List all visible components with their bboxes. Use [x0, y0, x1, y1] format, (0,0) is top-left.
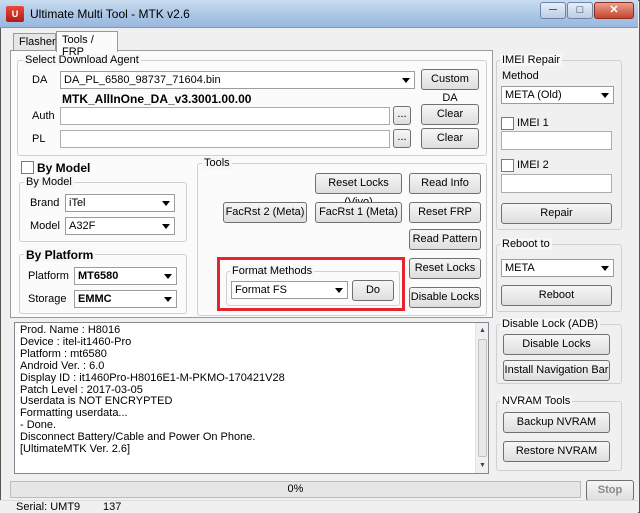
- install-navigation-bar-button[interactable]: Install Navigation Bar: [503, 360, 610, 381]
- chevron-down-icon: [162, 224, 170, 229]
- close-button[interactable]: ✕: [594, 2, 634, 19]
- facrst1-meta-button[interactable]: FacRst 1 (Meta): [315, 202, 402, 223]
- read-info-button[interactable]: Read Info: [409, 173, 481, 194]
- log-line: Formatting userdata...: [20, 407, 128, 420]
- log-line: Platform : mt6580: [20, 347, 107, 360]
- tools-group-label: Tools: [202, 157, 232, 169]
- scroll-thumb[interactable]: [478, 339, 487, 457]
- adb-disable-locks-button[interactable]: Disable Locks: [503, 334, 610, 355]
- tab-tools-frp[interactable]: Tools / FRP: [56, 31, 118, 58]
- auth-label: Auth: [32, 110, 55, 122]
- serial-suffix: 137: [103, 501, 122, 513]
- auth-input[interactable]: [60, 107, 390, 125]
- scroll-down-icon[interactable]: ▼: [477, 459, 488, 472]
- imei-method-select-value: META (Old): [505, 89, 562, 101]
- chevron-down-icon: [164, 297, 172, 302]
- platform-select[interactable]: MT6580: [74, 267, 177, 285]
- scroll-up-icon[interactable]: ▲: [477, 324, 488, 337]
- da-label: DA: [32, 74, 48, 86]
- log-line: [UltimateMTK Ver. 2.6]: [20, 443, 131, 456]
- pl-browse-button[interactable]: ...: [393, 129, 411, 148]
- nvram-tools-group-label: NVRAM Tools: [500, 395, 573, 407]
- platform-select-value: MT6580: [78, 270, 119, 282]
- brand-select-value: iTel: [69, 197, 86, 209]
- maximize-button[interactable]: □: [567, 2, 593, 19]
- restore-nvram-button[interactable]: Restore NVRAM: [503, 441, 610, 462]
- log-output[interactable]: Prod. Name : H8016 Device : itel-it1460-…: [14, 322, 489, 474]
- imei-method-select[interactable]: META (Old): [501, 86, 614, 104]
- by-model-checkbox[interactable]: [21, 161, 34, 174]
- brand-label: Brand: [30, 197, 60, 209]
- imei1-label: IMEI 1: [517, 117, 549, 129]
- reset-locks-button[interactable]: Reset Locks: [409, 258, 481, 279]
- facrst2-meta-button[interactable]: FacRst 2 (Meta): [223, 202, 307, 223]
- log-line: Display ID : it1460Pro-H8016E1-M-PKMO-17…: [20, 371, 285, 384]
- storage-select-value: EMMC: [78, 293, 112, 305]
- chevron-down-icon: [601, 93, 609, 98]
- reset-frp-button[interactable]: Reset FRP: [409, 202, 481, 223]
- model-select-value: A32F: [69, 220, 96, 232]
- model-label: Model: [30, 220, 60, 232]
- progress-bar: 0%: [10, 481, 581, 498]
- model-select[interactable]: A32F: [65, 217, 175, 235]
- custom-da-button[interactable]: Custom DA: [421, 69, 479, 104]
- window-title: Ultimate Multi Tool - MTK v2.6: [30, 7, 190, 21]
- log-scrollbar[interactable]: ▲ ▼: [475, 323, 488, 473]
- highlight-box: [217, 257, 405, 311]
- disable-lock-adb-group-label: Disable Lock (ADB): [500, 318, 600, 330]
- serial-label: Serial: UMT9: [16, 501, 81, 513]
- auth-browse-button[interactable]: ...: [393, 106, 411, 125]
- chevron-down-icon: [601, 266, 609, 271]
- platform-label: Platform: [28, 270, 69, 282]
- tab-flasher[interactable]: Flasher: [13, 33, 56, 51]
- log-line: Android Ver. : 6.0: [20, 359, 105, 372]
- auth-clear-button[interactable]: Clear: [421, 104, 479, 125]
- chevron-down-icon: [162, 201, 170, 206]
- da-select-value: DA_PL_6580_98737_71604.bin: [64, 74, 221, 86]
- reboot-button[interactable]: Reboot: [501, 285, 612, 306]
- by-model-checkbox-label: By Model: [37, 161, 91, 175]
- imei2-checkbox[interactable]: [501, 159, 514, 172]
- chevron-down-icon: [164, 274, 172, 279]
- stop-button[interactable]: Stop: [586, 480, 634, 501]
- da-version-text: MTK_AllInOne_DA_v3.3001.00.00: [62, 92, 252, 106]
- minimize-button[interactable]: ─: [540, 2, 566, 19]
- brand-select[interactable]: iTel: [65, 194, 175, 212]
- chevron-down-icon: [402, 78, 410, 83]
- da-select[interactable]: DA_PL_6580_98737_71604.bin: [60, 71, 415, 89]
- imei2-label: IMEI 2: [517, 159, 549, 171]
- imei2-input[interactable]: [501, 174, 612, 193]
- pl-clear-button[interactable]: Clear: [421, 128, 479, 149]
- imei-repair-group-label: IMEI Repair: [500, 54, 563, 66]
- status-bar: Serial: UMT9 137: [0, 500, 638, 513]
- reboot-mode-select[interactable]: META: [501, 259, 614, 277]
- backup-nvram-button[interactable]: Backup NVRAM: [503, 412, 610, 433]
- pl-input[interactable]: [60, 130, 390, 148]
- imei1-checkbox[interactable]: [501, 117, 514, 130]
- app-icon: U: [6, 6, 24, 22]
- disable-locks-button[interactable]: Disable Locks: [409, 287, 481, 308]
- pl-label: PL: [32, 133, 46, 145]
- reboot-group-label: Reboot to: [500, 238, 552, 250]
- storage-select[interactable]: EMMC: [74, 290, 177, 308]
- reboot-mode-select-value: META: [505, 262, 535, 274]
- reset-locks-vivo-button[interactable]: Reset Locks (Vivo): [315, 173, 402, 208]
- by-platform-group-label: By Platform: [24, 248, 96, 262]
- imei1-input[interactable]: [501, 131, 612, 150]
- read-pattern-button[interactable]: Read Pattern: [409, 229, 481, 250]
- by-model-group-label: By Model: [24, 176, 74, 188]
- progress-text: 0%: [287, 483, 304, 495]
- storage-label: Storage: [28, 293, 67, 305]
- method-label: Method: [502, 70, 539, 82]
- imei-repair-button[interactable]: Repair: [501, 203, 612, 224]
